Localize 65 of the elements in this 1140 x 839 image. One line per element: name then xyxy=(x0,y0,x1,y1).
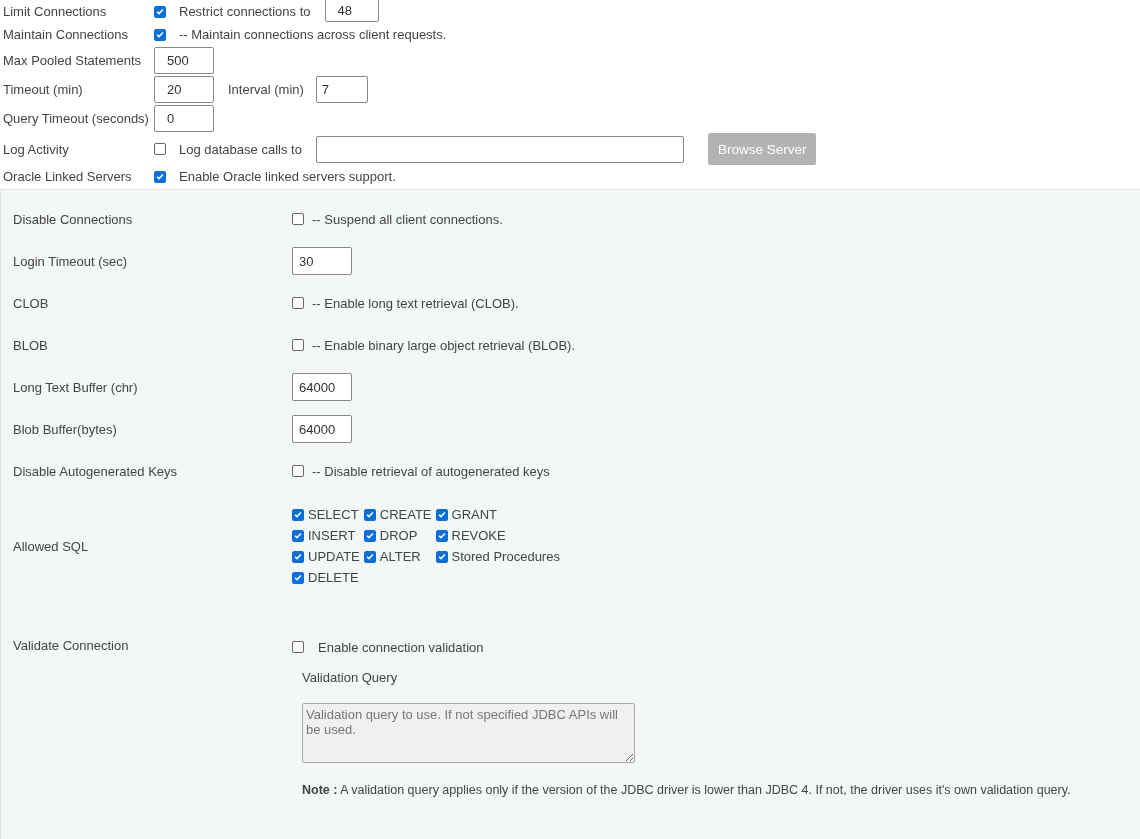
field-label: Validate Connection xyxy=(13,637,130,653)
checkbox-label: GRANT xyxy=(451,507,498,522)
checkbox[interactable] xyxy=(435,529,448,542)
checkbox[interactable] xyxy=(292,297,304,309)
field-label: Oracle Linked Servers xyxy=(3,169,133,184)
checkbox-label: Log database calls to xyxy=(179,141,302,157)
checkbox-label: Restrict connections to xyxy=(179,4,311,19)
field-label: Query Timeout (seconds) xyxy=(3,111,150,126)
field-label: Disable Connections xyxy=(13,211,134,227)
input-field[interactable]: 30 xyxy=(292,247,352,275)
checkbox-label: -- Enable binary large object retrieval (BLOB). xyxy=(312,337,575,353)
field-label: Limit Connections xyxy=(3,4,108,19)
input-field[interactable]: 64000 xyxy=(292,373,352,401)
checkbox[interactable] xyxy=(154,143,166,155)
checkbox[interactable] xyxy=(292,571,304,584)
checkbox[interactable] xyxy=(292,529,304,542)
input-field[interactable]: 0 xyxy=(154,105,214,132)
checkbox[interactable] xyxy=(292,339,304,351)
checkbox[interactable] xyxy=(292,465,304,477)
note-text: Note : A validation query applies only if the version of the JDBC driver is lower than JDBC 4. If not, the driver uses it's own validation query. xyxy=(302,783,1071,797)
input-field[interactable]: 20 xyxy=(154,76,214,103)
checkbox[interactable] xyxy=(154,170,166,183)
field-label: Maintain Connections xyxy=(3,27,130,42)
field-label: Max Pooled Statements xyxy=(3,53,143,68)
field-label: Blob Buffer(bytes) xyxy=(13,421,118,437)
field-label: Disable Autogenerated Keys xyxy=(13,463,179,479)
field-label: BLOB xyxy=(13,337,49,353)
checkbox[interactable] xyxy=(435,508,448,521)
checkbox-label: Enable connection validation xyxy=(318,639,484,655)
input-field[interactable]: 64000 xyxy=(292,415,352,443)
checkbox[interactable] xyxy=(292,508,304,521)
checkbox[interactable] xyxy=(363,508,376,521)
input-field[interactable]: 7 xyxy=(315,76,368,103)
checkbox-label: REVOKE xyxy=(451,528,506,543)
checkbox-label: ALTER xyxy=(379,549,421,564)
checkbox-label: INSERT xyxy=(308,528,356,543)
checkbox-label: SELECT xyxy=(308,507,359,522)
checkbox-label: -- Suspend all client connections. xyxy=(312,211,503,227)
checkbox-label: -- Maintain connections across client requests. xyxy=(179,27,447,42)
checkbox[interactable] xyxy=(292,213,304,225)
field-label: Login Timeout (sec) xyxy=(13,253,129,269)
checkbox-label: DELETE xyxy=(308,570,359,585)
field-label: Allowed SQL xyxy=(13,538,90,554)
checkbox[interactable] xyxy=(292,550,304,563)
field-label: Interval (min) xyxy=(228,82,304,97)
field-label: Timeout (min) xyxy=(3,82,84,97)
checkbox-label: Stored Procedures xyxy=(451,549,560,564)
input-field[interactable]: 500 xyxy=(154,47,214,74)
checkbox-label: UPDATE xyxy=(308,549,360,564)
checkbox-label: CREATE xyxy=(379,507,432,522)
section-label: Validation Query xyxy=(302,670,398,685)
checkbox[interactable] xyxy=(363,529,376,542)
checkbox-label: -- Enable long text retrieval (CLOB). xyxy=(312,295,519,311)
checkbox[interactable] xyxy=(435,550,448,563)
checkbox[interactable] xyxy=(154,5,166,18)
input-field[interactable]: 48 xyxy=(324,0,379,22)
checkbox[interactable] xyxy=(154,28,166,41)
input-field[interactable] xyxy=(315,135,684,163)
checkbox-label: Enable Oracle linked servers support. xyxy=(179,169,396,184)
field-label: Log Activity xyxy=(3,141,70,157)
checkbox[interactable] xyxy=(363,550,376,563)
field-label: CLOB xyxy=(13,295,50,311)
field-label: Long Text Buffer (chr) xyxy=(13,379,139,395)
checkbox-label: -- Disable retrieval of autogenerated keys xyxy=(312,463,550,479)
checkbox-label: DROP xyxy=(379,528,418,543)
